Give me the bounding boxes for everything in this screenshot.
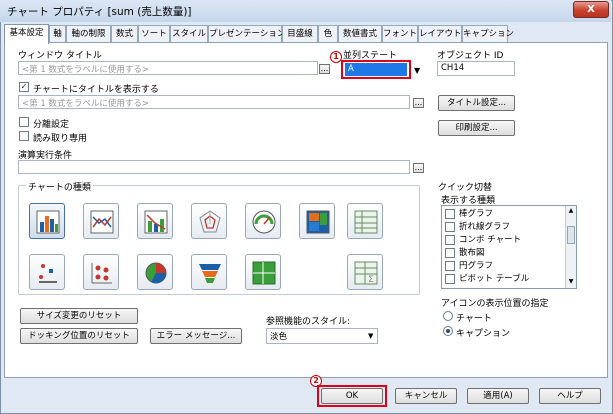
reference-style-label: 参照機能のスタイル: <box>266 317 351 327</box>
svg-text:Σ: Σ <box>368 275 374 285</box>
window-title-expression-button[interactable]: ... <box>319 64 330 74</box>
reference-style-select[interactable]: 淡色 <box>266 328 378 344</box>
radio-chart-label: チャート <box>456 314 492 324</box>
detach-checkbox[interactable] <box>19 117 29 127</box>
scatter-chart-icon[interactable] <box>29 254 65 290</box>
window-title: チャート プロパティ [sum (売上数量)] <box>7 6 192 18</box>
tab-expressions[interactable]: 数式 <box>111 25 138 43</box>
radio-caption-label: キャプション <box>456 329 511 339</box>
line-chart-icon[interactable] <box>83 203 119 239</box>
tab-axis-limits[interactable]: 軸の制限 <box>66 25 111 43</box>
chart-title-input[interactable]: <第 1 数式をラベルに使用する> <box>18 95 410 109</box>
quick-change-list[interactable]: 棒グラフ 折れ線グラフ コンボ チャート 散布図 円グラフ ピボット テーブル … <box>441 205 577 289</box>
mekko-chart-icon[interactable] <box>245 254 281 290</box>
detach-label: 分離設定 <box>33 120 70 130</box>
chart-title-expression-button[interactable]: ... <box>413 98 424 108</box>
grid-chart-icon[interactable] <box>83 254 119 290</box>
radar-chart-icon[interactable] <box>191 203 227 239</box>
readonly-label: 読み取り専用 <box>33 134 88 144</box>
tab-gridlines[interactable]: 目盛線 <box>282 25 318 43</box>
list-checkbox[interactable] <box>445 261 455 271</box>
object-id-input[interactable]: CH14 <box>437 61 515 76</box>
calc-condition-input[interactable] <box>18 160 410 174</box>
scroll-thumb[interactable] <box>567 226 575 244</box>
radio-caption[interactable] <box>443 326 453 336</box>
combo-chart-icon[interactable] <box>137 203 173 239</box>
alternate-state-dropdown-icon[interactable]: ▼ <box>414 66 420 75</box>
list-item-label: コンボ チャート <box>459 235 522 245</box>
object-id-label: オブジェクト ID <box>437 51 504 61</box>
docking-reset-button[interactable]: ドッキング位置のリセット <box>20 328 138 344</box>
block-chart-icon[interactable] <box>299 203 335 239</box>
scroll-up-icon[interactable]: ▲ <box>566 207 576 214</box>
alternate-state-select[interactable]: A <box>345 63 407 76</box>
list-checkbox[interactable] <box>445 209 455 219</box>
list-checkbox[interactable] <box>445 248 455 258</box>
tab-number-format[interactable]: 数値書式 <box>338 25 382 43</box>
close-button[interactable]: X <box>573 1 609 18</box>
apply-button[interactable]: 適用(A) <box>467 388 529 404</box>
size-reset-button[interactable]: サイズ変更のリセット <box>20 308 138 324</box>
calc-condition-expression-button[interactable]: ... <box>413 163 424 173</box>
tab-caption[interactable]: キャプション <box>462 25 514 43</box>
window-title-input[interactable]: <第 1 数式をラベルに使用する> <box>18 61 318 75</box>
tab-sort[interactable]: ソート <box>138 25 170 43</box>
tab-style[interactable]: スタイル <box>170 25 208 43</box>
tab-colors[interactable]: 色 <box>318 25 338 43</box>
list-checkbox[interactable] <box>445 222 455 232</box>
list-item-label: 棒グラフ <box>459 209 494 219</box>
title-settings-button[interactable]: タイトル設定... <box>438 95 515 111</box>
list-item-label: 円グラフ <box>459 261 494 271</box>
cancel-button[interactable]: キャンセル <box>395 388 457 404</box>
tab-layout[interactable]: レイアウト <box>418 25 462 43</box>
list-item-label: ピボット テーブル <box>459 274 530 284</box>
list-checkbox[interactable] <box>445 235 455 245</box>
quick-change-label: クイック切替 <box>438 183 493 193</box>
icon-position-label: アイコンの表示位置の指定 <box>441 299 549 309</box>
straight-table-icon[interactable]: Σ <box>347 254 383 290</box>
list-item-label: 折れ線グラフ <box>459 222 511 232</box>
list-item-label: 散布図 <box>459 248 485 258</box>
tab-general[interactable]: 基本設定 <box>4 24 49 44</box>
tab-axes[interactable]: 軸 <box>49 25 66 43</box>
pivot-table-icon[interactable] <box>347 203 383 239</box>
radio-chart[interactable] <box>443 311 453 321</box>
gauge-chart-icon[interactable] <box>245 203 281 239</box>
error-message-button[interactable]: エラー メッセージ... <box>150 328 242 344</box>
ok-button[interactable]: OK <box>321 388 383 404</box>
print-settings-button[interactable]: 印刷設定... <box>438 120 515 136</box>
list-checkbox[interactable] <box>445 274 455 284</box>
chart-types-label: チャートの種類 <box>26 180 93 193</box>
show-title-label: チャートにタイトルを表示する <box>33 85 159 95</box>
reference-style-dropdown-icon[interactable]: ▼ <box>368 332 373 340</box>
show-title-checkbox[interactable]: ✓ <box>19 82 29 92</box>
help-button[interactable]: ヘルプ <box>539 388 601 404</box>
window-title-label: ウィンドウ タイトル <box>18 51 102 61</box>
tab-font[interactable]: フォント <box>382 25 418 43</box>
title-bar: チャート プロパティ [sum (売上数量)] X <box>0 0 611 22</box>
funnel-chart-icon[interactable] <box>191 254 227 290</box>
readonly-checkbox[interactable] <box>19 131 29 141</box>
tab-presentation[interactable]: プレゼンテーション <box>208 25 285 43</box>
bar-chart-icon[interactable] <box>29 203 65 239</box>
scroll-down-icon[interactable]: ▼ <box>566 278 576 285</box>
list-scrollbar[interactable]: ▲ ▼ <box>565 206 576 288</box>
pie-chart-icon[interactable] <box>137 254 173 290</box>
